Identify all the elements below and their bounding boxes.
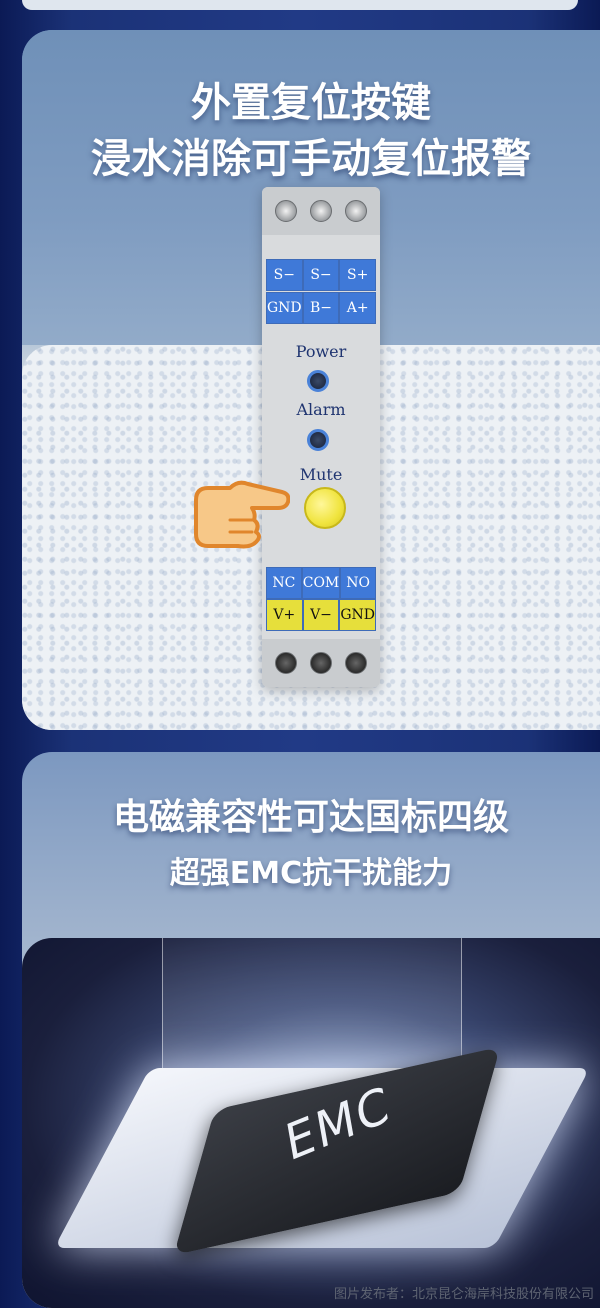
top-terminal-block (262, 187, 380, 235)
terminal-label: S+ (339, 259, 376, 291)
section1-subtitle: 浸水消除可手动复位报警 (91, 136, 531, 182)
terminal-label: V− (302, 599, 340, 631)
terminal-label: COM (301, 567, 341, 599)
terminal-label: V+ (266, 599, 303, 631)
terminal-label: S− (266, 259, 303, 291)
top-strip (22, 0, 578, 10)
terminal-label: NO (340, 567, 376, 599)
controller-device: S− S− S+ GND B− A+ Power Alarm Mute NC C… (262, 187, 380, 687)
section1-title: 外置复位按键 (191, 80, 431, 126)
screw-icon (345, 652, 368, 674)
top-label-row-1: S− S− S+ (266, 259, 376, 291)
mute-reset-button[interactable] (304, 487, 346, 529)
terminal-label: A+ (339, 292, 376, 324)
alarm-led-icon (307, 429, 329, 451)
section2-title: 电磁兼容性可达国标四级 (112, 797, 509, 838)
alarm-led-label: Alarm (296, 400, 346, 419)
screw-icon (274, 200, 297, 222)
screw-icon (309, 200, 332, 222)
power-led-icon (307, 370, 329, 392)
terminal-label: B− (302, 292, 340, 324)
bottom-label-row-2: V+ V− GND (266, 599, 376, 631)
terminal-label: S− (302, 259, 340, 291)
terminal-label: GND (339, 599, 376, 631)
terminal-label: NC (266, 567, 302, 599)
image-credit: 图片发布者：北京昆仑海岸科技股份有限公司 (333, 1287, 594, 1302)
screw-icon (345, 200, 368, 222)
pointing-hand-icon (194, 480, 290, 549)
screw-icon (274, 652, 297, 674)
top-label-row-2: GND B− A+ (266, 292, 376, 324)
power-led-label: Power (295, 342, 347, 361)
screw-icon (309, 652, 332, 674)
emc-panel: 电磁兼容性可达国标四级 超强EMC抗干扰能力 EMC (22, 752, 600, 1308)
emc-chip-illustration: EMC (22, 938, 600, 1308)
bottom-label-row-1: NC COM NO (266, 567, 376, 599)
section2-subtitle: 超强EMC抗干扰能力 (169, 856, 453, 891)
bottom-terminal-block (262, 639, 380, 687)
terminal-label: GND (266, 292, 303, 324)
